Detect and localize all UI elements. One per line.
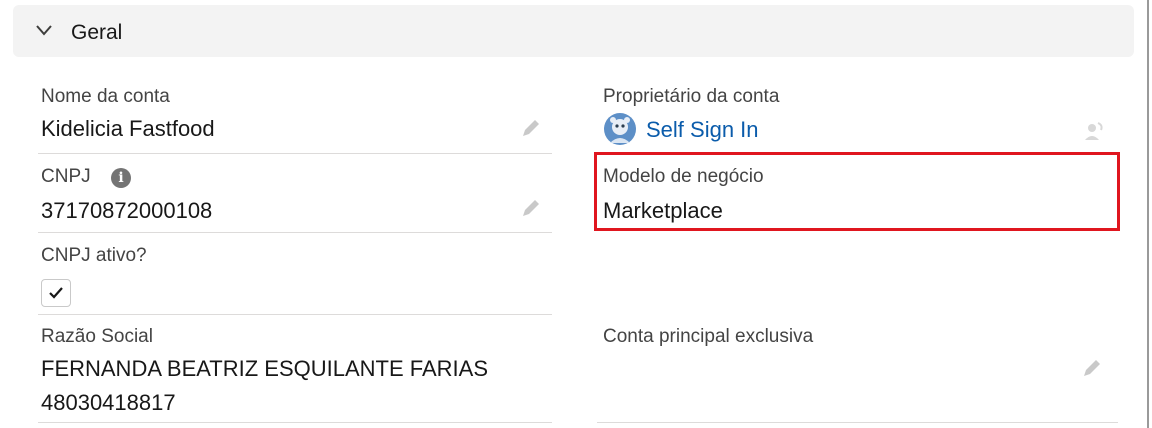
- pencil-icon[interactable]: [519, 116, 543, 140]
- checkmark-icon: [49, 287, 63, 299]
- pencil-icon[interactable]: [519, 196, 543, 220]
- divider: [38, 314, 552, 315]
- cnpj-active-checkbox: [41, 279, 71, 307]
- pencil-icon[interactable]: [1080, 356, 1104, 380]
- avatar-icon: [604, 113, 636, 145]
- company-name-label: Razão Social: [41, 326, 153, 347]
- divider: [38, 232, 552, 233]
- company-name-value-line2: 48030418817: [41, 390, 176, 415]
- account-owner-label: Proprietário da conta: [603, 86, 780, 107]
- cnpj-value: 37170872000108: [41, 198, 213, 223]
- exclusive-parent-label: Conta principal exclusiva: [603, 326, 814, 347]
- divider: [38, 153, 552, 154]
- account-owner-link[interactable]: Self Sign In: [646, 117, 759, 143]
- change-owner-icon[interactable]: [1083, 120, 1105, 142]
- divider: [38, 422, 552, 423]
- cnpj-active-label: CNPJ ativo?: [41, 245, 147, 266]
- panel-right-border: [1147, 0, 1149, 428]
- section-header-geral[interactable]: Geral: [13, 5, 1134, 57]
- cnpj-label: CNPJ: [41, 166, 91, 187]
- info-icon[interactable]: i: [111, 168, 131, 188]
- account-name-value: Kidelicia Fastfood: [41, 116, 215, 141]
- account-name-label: Nome da conta: [41, 86, 170, 107]
- section-title: Geral: [71, 21, 123, 44]
- company-name-value-line1: FERNANDA BEATRIZ ESQUILANTE FARIAS: [41, 356, 489, 381]
- highlight-box: [594, 152, 1120, 231]
- chevron-down-icon[interactable]: [35, 23, 53, 37]
- divider: [597, 422, 1118, 423]
